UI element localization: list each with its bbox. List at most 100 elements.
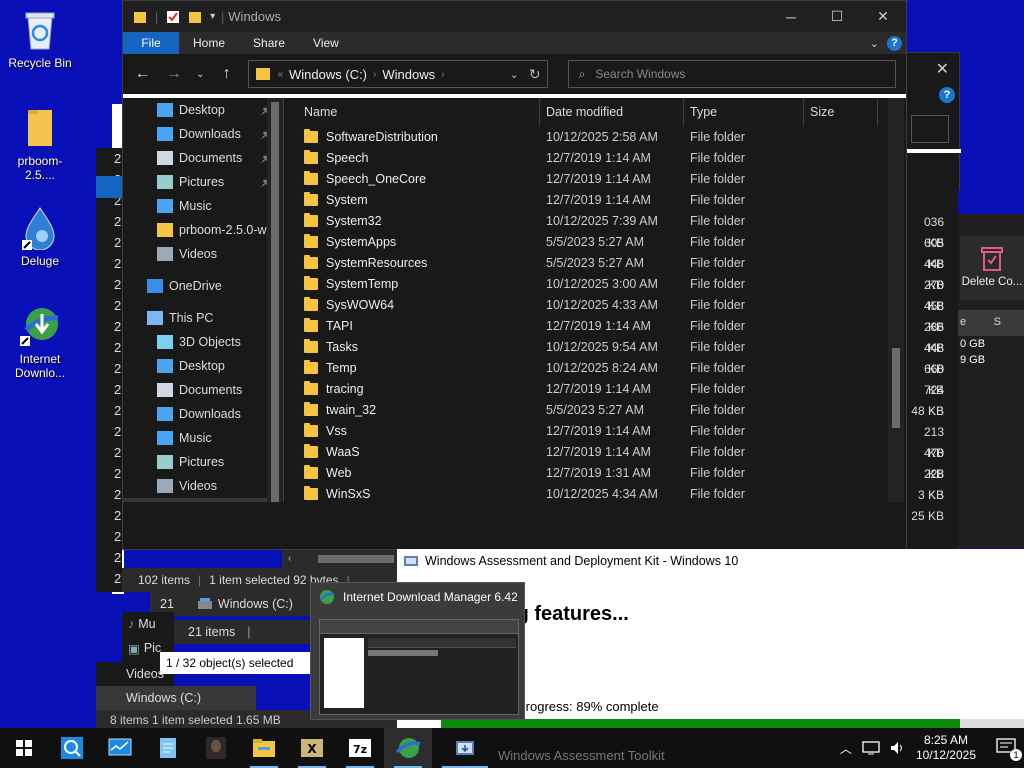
file-row[interactable]: SystemApps 5/5/2023 5:27 AM File folder bbox=[284, 231, 906, 252]
title-bar[interactable]: | ▾ | Windows ─ ☐ ✕ bbox=[123, 1, 906, 32]
tab-home[interactable]: Home bbox=[179, 32, 239, 54]
taskbar-app-adk[interactable] bbox=[432, 728, 498, 768]
title-bar[interactable]: Windows Assessment and Deployment Kit - … bbox=[397, 549, 1024, 573]
chevron-right-icon[interactable]: › bbox=[441, 69, 444, 80]
minimize-button[interactable]: ─ bbox=[768, 1, 814, 32]
sidebar-item-pictures[interactable]: Pictures bbox=[123, 450, 283, 474]
file-explorer-window[interactable]: | ▾ | Windows ─ ☐ ✕ File Home Share View… bbox=[122, 0, 907, 550]
help-icon[interactable]: ? bbox=[887, 35, 902, 51]
taskbar-app-notepad[interactable] bbox=[144, 728, 192, 768]
file-row[interactable]: twain_32 5/5/2023 5:27 AM File folder bbox=[284, 399, 906, 420]
file-row[interactable]: System 12/7/2019 1:14 AM File folder bbox=[284, 189, 906, 210]
new-folder-icon[interactable] bbox=[188, 10, 202, 24]
file-row[interactable]: Temp 10/12/2025 8:24 AM File folder bbox=[284, 357, 906, 378]
tab-view[interactable]: View bbox=[299, 32, 353, 54]
background-window-second[interactable]: 21 Windows (C:) bbox=[150, 592, 320, 616]
sidebar-item-onedrive[interactable]: OneDrive bbox=[123, 274, 283, 298]
nav-item-windows-c[interactable]: Windows (C:) bbox=[96, 686, 256, 710]
back-button[interactable]: ← bbox=[133, 65, 152, 83]
file-list[interactable]: Name Date modified Type Size SoftwareDis… bbox=[284, 98, 906, 502]
taskbar-app-idm[interactable] bbox=[384, 728, 432, 768]
horizontal-scrollbar[interactable]: ‹ bbox=[282, 550, 398, 568]
sidebar-item-videos[interactable]: Videos bbox=[123, 474, 283, 498]
sidebar-item-pictures[interactable]: Pictures📌 bbox=[123, 170, 283, 194]
file-row[interactable]: Web 12/7/2019 1:31 AM File folder bbox=[284, 462, 906, 483]
up-button[interactable]: ↑ bbox=[217, 65, 236, 83]
search-input[interactable]: Search Windows bbox=[595, 67, 685, 81]
nav-item-label[interactable]: Mu bbox=[138, 617, 155, 631]
nav-item-videos[interactable]: Videos bbox=[96, 662, 164, 686]
close-icon[interactable]: ✕ bbox=[936, 59, 949, 79]
recent-locations-icon[interactable]: ⌄ bbox=[196, 69, 206, 80]
file-row[interactable]: Speech_OneCore 12/7/2019 1:14 AM File fold… bbox=[284, 168, 906, 189]
file-row[interactable]: System32 10/12/2025 7:39 AM File folder bbox=[284, 210, 906, 231]
desktop-icon-idm[interactable]: Internet Downlo... bbox=[4, 304, 76, 380]
volume-icon[interactable] bbox=[890, 741, 906, 755]
tab-share[interactable]: Share bbox=[239, 32, 299, 54]
properties-icon[interactable] bbox=[166, 10, 180, 24]
sidebar-item-this-pc[interactable]: This PC bbox=[123, 306, 283, 330]
sidebar-item-3d-objects[interactable]: 3D Objects bbox=[123, 330, 283, 354]
column-type[interactable]: Type bbox=[684, 98, 804, 126]
sidebar-item-prboom-2-5-0-w[interactable]: prboom-2.5.0-w bbox=[123, 218, 283, 242]
sidebar-item-music[interactable]: Music bbox=[123, 194, 283, 218]
address-dropdown-icon[interactable]: ⌄ bbox=[510, 68, 519, 81]
taskbar-thumbnail-idm[interactable]: Internet Download Manager 6.42 bbox=[310, 582, 525, 720]
search-box[interactable]: ⌕ Search Windows bbox=[567, 60, 896, 88]
file-row[interactable]: Vss 12/7/2019 1:14 AM File folder bbox=[284, 420, 906, 441]
clock[interactable]: 8:25 AM 10/12/2025 bbox=[916, 733, 976, 763]
file-row[interactable]: Tasks 10/12/2025 9:54 AM File folder bbox=[284, 336, 906, 357]
search-box[interactable] bbox=[911, 115, 949, 143]
customize-quick-access-icon[interactable]: ▾ bbox=[210, 11, 215, 22]
maximize-button[interactable]: ☐ bbox=[814, 1, 860, 32]
column-size[interactable]: Size bbox=[804, 98, 878, 126]
sidebar-item-music[interactable]: Music bbox=[123, 426, 283, 450]
file-row[interactable]: SysWOW64 10/12/2025 4:33 AM File folder bbox=[284, 294, 906, 315]
file-row[interactable]: tracing 12/7/2019 1:14 AM File folder bbox=[284, 378, 906, 399]
chevron-up-icon[interactable]: ︿ bbox=[840, 740, 852, 757]
taskbar-app-xnview[interactable]: X bbox=[288, 728, 336, 768]
address-bar[interactable]: « Windows (C:) › Windows › ⌄ ↻ bbox=[248, 60, 548, 88]
file-row[interactable]: SystemResources 5/5/2023 5:27 AM File fold… bbox=[284, 252, 906, 273]
file-row[interactable]: TAPI 12/7/2019 1:14 AM File folder bbox=[284, 315, 906, 336]
sidebar-item-desktop[interactable]: Desktop📌 bbox=[123, 98, 283, 122]
sidebar-item-documents[interactable]: Documents📌 bbox=[123, 146, 283, 170]
start-button[interactable] bbox=[0, 728, 48, 768]
file-row[interactable]: WaaS 12/7/2019 1:14 AM File folder bbox=[284, 441, 906, 462]
file-scrollbar[interactable] bbox=[888, 98, 904, 502]
breadcrumb-folder[interactable]: Windows bbox=[382, 67, 435, 82]
delete-button[interactable]: Delete Co... bbox=[960, 236, 1024, 300]
desktop-icon-deluge[interactable]: Deluge bbox=[4, 206, 76, 268]
file-row[interactable]: SoftwareDistribution 10/12/2025 2:58 AM Fi… bbox=[284, 126, 906, 147]
chevron-right-icon[interactable]: › bbox=[373, 69, 376, 80]
taskbar-app-portrait[interactable] bbox=[192, 728, 240, 768]
file-row[interactable]: WinSxS 10/12/2025 4:34 AM File folder bbox=[284, 483, 906, 502]
network-icon[interactable] bbox=[862, 741, 880, 755]
column-date-modified[interactable]: Date modified bbox=[540, 98, 684, 126]
taskbar-app-7zip[interactable]: 7z bbox=[336, 728, 384, 768]
navigation-pane[interactable]: Desktop📌Downloads📌Documents📌Pictures📌 Mus… bbox=[123, 98, 283, 502]
sidebar-item-downloads[interactable]: Downloads bbox=[123, 402, 283, 426]
expand-ribbon-icon[interactable]: ⌄ bbox=[870, 37, 879, 50]
sidebar-item-downloads[interactable]: Downloads📌 bbox=[123, 122, 283, 146]
refresh-icon[interactable]: ↻ bbox=[529, 66, 541, 83]
sidebar-item-videos[interactable]: Videos bbox=[123, 242, 283, 266]
file-row[interactable]: Speech 12/7/2019 1:14 AM File folder bbox=[284, 147, 906, 168]
taskbar-search[interactable] bbox=[48, 728, 96, 768]
forward-button[interactable]: → bbox=[164, 65, 183, 83]
desktop-icon-prboom[interactable]: prboom-2.5.... bbox=[4, 106, 76, 182]
notification-center-button[interactable]: 1 bbox=[996, 737, 1022, 761]
file-row[interactable]: SystemTemp 10/12/2025 3:00 AM File folder bbox=[284, 273, 906, 294]
sidebar-item-desktop[interactable]: Desktop bbox=[123, 354, 283, 378]
column-name[interactable]: Name bbox=[284, 98, 540, 126]
breadcrumb-drive[interactable]: Windows (C:) bbox=[289, 67, 367, 82]
sidebar-item-windows-c[interactable]: Windows (C:) bbox=[123, 498, 283, 502]
taskbar-app-monitor[interactable] bbox=[96, 728, 144, 768]
taskbar-file-explorer[interactable] bbox=[240, 728, 288, 768]
nav-item-label[interactable]: Pic bbox=[144, 641, 161, 655]
nav-scrollbar[interactable] bbox=[267, 98, 283, 502]
tab-file[interactable]: File bbox=[123, 32, 179, 54]
help-icon[interactable]: ? bbox=[939, 87, 955, 103]
desktop-icon-recycle-bin[interactable]: Recycle Bin bbox=[4, 8, 76, 70]
close-button[interactable]: ✕ bbox=[860, 1, 906, 32]
